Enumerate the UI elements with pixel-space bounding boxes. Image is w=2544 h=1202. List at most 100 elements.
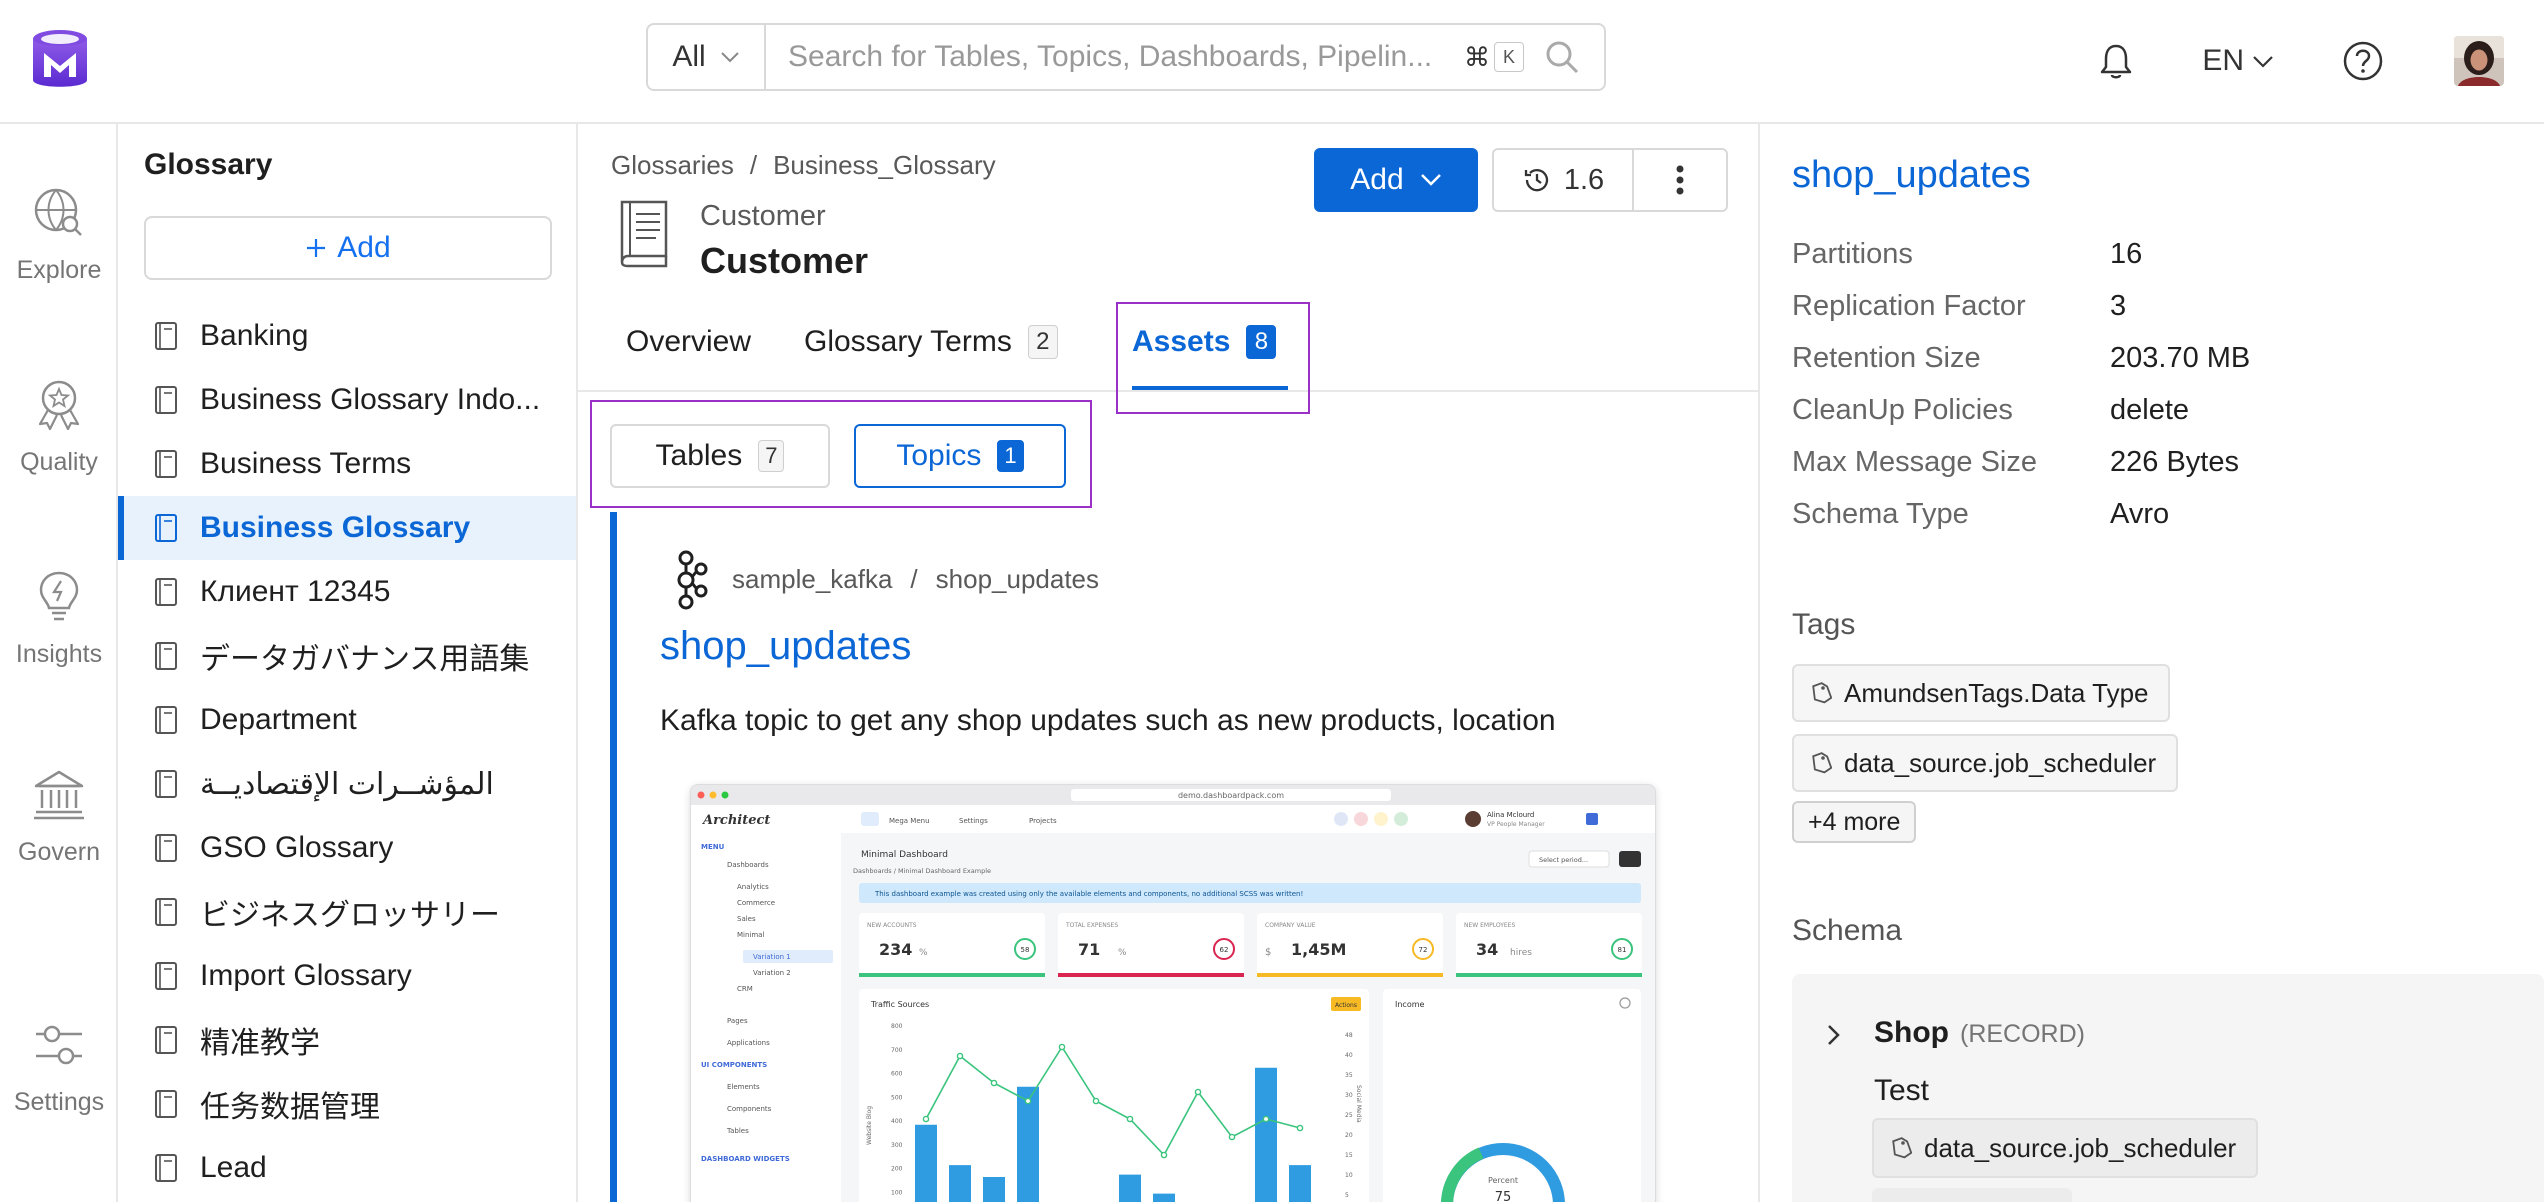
preview-kpi-badge: 72 [1419,946,1428,954]
glossary-list-item-label: データガバナンス用語集 [200,643,530,676]
glossary-sidebar: Glossary Add Banking Business Glossary In… [118,124,578,1202]
asset-title-link[interactable]: shop_updates [660,624,911,669]
tag-label: data_source.job_scheduler [1924,1132,2237,1163]
tab-label: Overview [626,325,752,358]
glossary-book-icon [155,642,177,670]
preview-kpi-value: 234 [879,940,912,959]
preview-bar [1153,1193,1175,1202]
schema-field-name: Shop [1874,1016,1949,1049]
plus-icon [307,239,326,257]
tag-chip[interactable]: AmundsenTags.Data Type [1792,664,2171,722]
preview-user-role: VP People Manager [1487,821,1545,828]
glossary-list-item[interactable]: المؤشــرات الإقتصاديــة [118,752,576,816]
glossary-list-item[interactable]: Клиент 12345 [118,560,576,624]
glossary-book-icon [155,1154,177,1182]
global-search-bar: All ⌘ K [646,23,1606,91]
preview-y2-tick: 35 [1345,1072,1353,1079]
subtab-topics[interactable]: Topics 1 [854,424,1066,488]
window-close-dot [697,791,705,799]
language-selector[interactable]: EN [2202,44,2274,78]
preview-menu-item: Dashboards [727,861,769,869]
tags-heading: Tags [1792,608,1856,641]
preview-y-tick: 600 [891,1071,903,1078]
property-value: 226 Bytes [2110,445,2239,478]
history-icon [1524,169,1548,192]
rail-item-insights[interactable]: Insights [0,568,118,669]
glossary-list-item[interactable]: Business Terms [118,432,576,496]
version-history-button[interactable]: 1.6 [1494,150,1634,210]
explore-icon [34,188,82,236]
subtab-count-badge: 7 [758,440,785,472]
description-embedded-image: demo.dashboardpack.com Architect Mega Menu… [690,784,1656,1202]
glossary-list-item[interactable]: Business Glossary Indo... [118,368,576,432]
search-input[interactable] [766,25,1462,89]
property-value: 16 [2110,237,2143,270]
preview-kpi-value: 71 [1078,940,1100,959]
notification-bell-icon[interactable] [2096,41,2136,81]
schema-tag-chip-partial[interactable] [1872,1188,2072,1202]
tag-chip[interactable]: data_source.job_scheduler [1792,734,2179,792]
property-value: delete [2110,393,2190,426]
rail-item-quality[interactable]: Quality [0,376,118,477]
asset-details-panel: shop_updates Partitions 16 Replication Fac… [1760,124,2544,1202]
property-key: CleanUp Policies [1792,393,2013,426]
rail-item-govern[interactable]: Govern [0,766,118,867]
preview-kpi-badge: 81 [1618,946,1627,954]
preview-menu-item: Analytics [737,883,769,891]
kafka-icon [677,550,708,610]
glossary-list-item[interactable]: Lead [118,1136,576,1200]
add-dropdown-button[interactable]: Add [1314,148,1478,212]
tab-overview[interactable]: Overview [626,294,751,390]
glossary-list-item[interactable]: Banking [118,304,576,368]
asset-description: Kafka topic to get any shop updates such… [660,704,1556,737]
glossary-list-item-label: ビジネスグロッサリー [200,899,500,932]
preview-y2-axis-label: Social Media [1355,1085,1362,1123]
glossary-book-icon [155,1090,177,1118]
rail-item-explore[interactable]: Explore [0,184,118,285]
search-icon[interactable] [1542,37,1582,77]
term-subtitle: Customer [700,200,826,232]
preview-ui-menu-item: Components [727,1105,772,1113]
add-glossary-button[interactable]: Add [144,216,552,280]
breadcrumb-business-glossary-link[interactable]: Business_Glossary [773,150,996,181]
more-tags-button[interactable]: +4 more [1792,801,1917,843]
glossary-list-item[interactable]: 任务数据管理 [118,1072,576,1136]
preview-kpi-label: COMPANY VALUE [1265,922,1316,929]
app-logo-icon[interactable] [30,28,90,94]
subtab-tables[interactable]: Tables 7 [610,424,830,488]
chevron-right-icon[interactable] [1826,1024,1842,1046]
glossary-list-item[interactable]: Import Glossary [118,944,576,1008]
preview-y-tick: 200 [891,1166,903,1173]
insights-icon [39,571,79,621]
rail-item-settings[interactable]: Settings [0,1016,118,1117]
tab-glossary-terms[interactable]: Glossary Terms 2 [804,294,1058,390]
schema-tag-chip[interactable]: data_source.job_scheduler [1872,1118,2259,1178]
preview-ui-header: UI COMPONENTS [701,1061,767,1069]
help-icon[interactable] [2342,40,2384,82]
glossary-list-item[interactable]: Business Glossary [118,496,576,560]
add-button-label: Add [1350,163,1404,196]
asset-path-name[interactable]: shop_updates [936,564,1099,595]
glossary-list-item[interactable]: ビジネスグロッサリー [118,880,576,944]
details-title-link[interactable]: shop_updates [1792,154,2031,197]
user-avatar[interactable] [2454,36,2504,86]
glossary-list-item[interactable]: GSO Glossary [118,816,576,880]
govern-icon [34,770,84,820]
preview-line-point [1296,1124,1304,1132]
preview-bar [915,1124,937,1202]
property-key: Replication Factor [1792,289,2026,322]
window-maximize-dot [721,791,729,799]
preview-y2-tick: 10 [1345,1172,1353,1179]
breadcrumb-glossaries-link[interactable]: Glossaries [611,150,734,181]
preview-bar [949,1165,971,1202]
glossary-list-item[interactable]: 精准教学 [118,1008,576,1072]
asset-service-link[interactable]: sample_kafka [732,564,892,595]
glossary-list-item[interactable]: データガバナンス用語集 [118,624,576,688]
search-scope-dropdown[interactable]: All [648,25,766,89]
glossary-list-item[interactable]: Department [118,688,576,752]
more-options-button[interactable] [1634,150,1726,210]
glossary-book-icon [155,322,177,350]
glossary-book-icon [155,770,177,798]
preview-menu-item: Sales [737,915,756,923]
preview-line-point [1092,1097,1100,1105]
